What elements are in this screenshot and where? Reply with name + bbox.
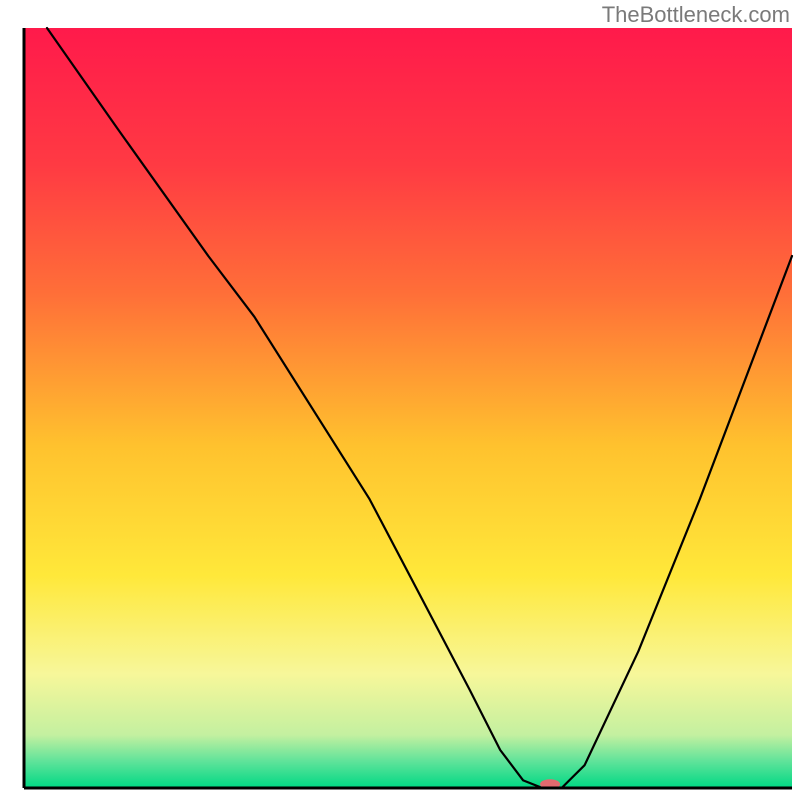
bottleneck-chart: TheBottleneck.com xyxy=(0,0,800,800)
watermark-label: TheBottleneck.com xyxy=(602,2,790,28)
chart-canvas xyxy=(0,0,800,800)
plot-background xyxy=(24,28,792,788)
